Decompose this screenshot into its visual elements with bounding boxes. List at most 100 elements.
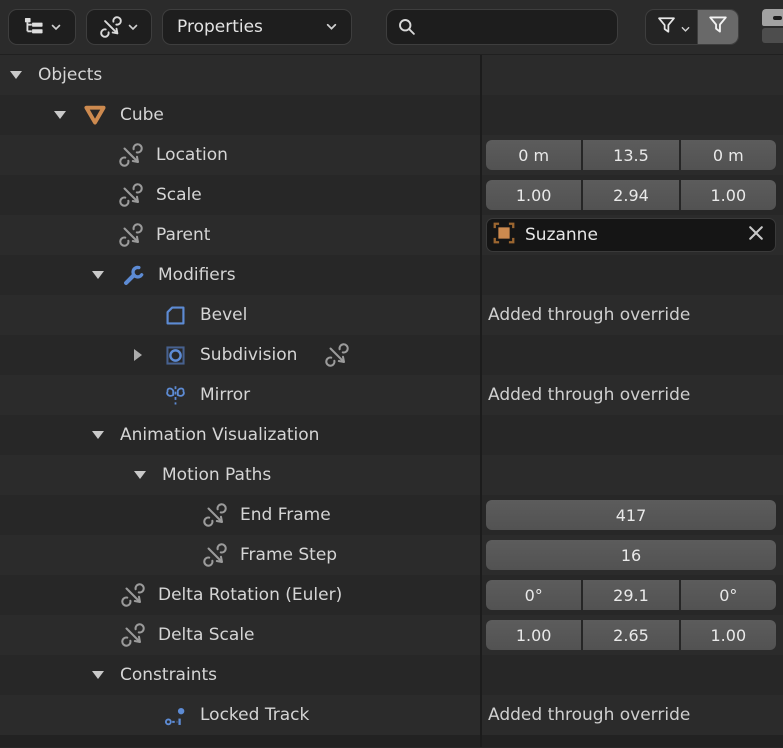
funnel-icon xyxy=(707,14,729,40)
editor-type-button[interactable] xyxy=(8,9,76,45)
tree-item-label: Cube xyxy=(120,105,164,125)
collapse-triangle-icon[interactable] xyxy=(134,471,162,479)
tree-item-label: End Frame xyxy=(240,505,331,525)
tree-cell: Modifiers xyxy=(0,255,480,295)
tree-row-parent[interactable]: Parent Suzanne xyxy=(0,215,783,255)
tree-cell: Location xyxy=(0,135,480,175)
value-field[interactable]: 417 xyxy=(486,500,776,530)
tree-row-modifiers[interactable]: Modifiers xyxy=(0,255,783,295)
library-override-icon xyxy=(202,502,228,528)
tree-cell: Bevel xyxy=(0,295,480,335)
subdivision-icon xyxy=(162,342,188,368)
tree-item-label: Motion Paths xyxy=(162,465,272,485)
filter-dropdown-button[interactable] xyxy=(646,10,697,44)
expand-triangle-icon[interactable] xyxy=(134,349,162,361)
value-field[interactable]: 13.5 xyxy=(583,140,679,170)
value-cell xyxy=(480,655,783,695)
tree-row-mirror[interactable]: Mirror Added through override xyxy=(0,375,783,415)
value-field[interactable]: 16 xyxy=(486,540,776,570)
tree-cell: Mirror xyxy=(0,375,480,415)
tree-row-location[interactable]: Location 0 m 13.5 0 m xyxy=(0,135,783,175)
library-override-icon xyxy=(118,182,144,208)
tree-row-objects[interactable]: Objects xyxy=(0,55,783,95)
tree-row-delta-rotation-euler[interactable]: Delta Rotation (Euler) 0° 29.1 0° xyxy=(0,575,783,615)
value-cell xyxy=(480,335,783,375)
tree-item-label: Scale xyxy=(156,185,202,205)
value-field[interactable]: 1.00 xyxy=(486,180,582,210)
filter-controls xyxy=(645,9,739,45)
bevel-icon xyxy=(162,302,188,328)
tree-row-motion-paths[interactable]: Motion Paths xyxy=(0,455,783,495)
value-segment-group: 1.00 2.94 1.00 xyxy=(486,180,776,210)
tree-item-label: Frame Step xyxy=(240,545,338,565)
library-override-icon xyxy=(120,582,146,608)
tree-row-animation-visualization[interactable]: Animation Visualization xyxy=(0,415,783,455)
tree-row-subdivision[interactable]: Subdivision xyxy=(0,335,783,375)
funnel-icon xyxy=(656,15,677,40)
tree-item-label: Mirror xyxy=(200,385,251,405)
tree-cell: Frame Step xyxy=(0,535,480,575)
tree-cell: Delta Rotation (Euler) xyxy=(0,575,480,615)
value-cell: 1.00 2.94 1.00 xyxy=(480,175,783,215)
bottom-strip xyxy=(0,735,783,747)
display-mode-button[interactable] xyxy=(86,9,152,45)
collapse-triangle-icon[interactable] xyxy=(10,71,38,79)
collapse-triangle-icon[interactable] xyxy=(92,431,120,439)
tree-cell: Cube xyxy=(0,95,480,135)
value-field[interactable]: 0° xyxy=(486,580,582,610)
tree-cell: Motion Paths xyxy=(0,455,480,495)
tree-item-label: Bevel xyxy=(200,305,248,325)
x-icon[interactable] xyxy=(747,224,765,246)
display-mode-select[interactable]: Properties xyxy=(162,9,352,45)
outliner-tree: Objects Cube Location 0 m 13.5 0 m Scale 1.00 2.… xyxy=(0,55,783,735)
value-field[interactable]: 1.00 xyxy=(680,620,776,650)
value-cell: 0° 29.1 0° xyxy=(480,575,783,615)
value-field[interactable]: 2.94 xyxy=(583,180,679,210)
chevron-down-icon xyxy=(51,24,61,31)
chevron-down-icon xyxy=(326,23,337,31)
value-cell: Added through override xyxy=(480,295,783,335)
value-segment-group: 0° 29.1 0° xyxy=(486,580,776,610)
tree-cell: End Frame xyxy=(0,495,480,535)
value-field[interactable]: 29.1 xyxy=(583,580,679,610)
value-field[interactable]: 0 m xyxy=(680,140,776,170)
tree-row-end-frame[interactable]: End Frame 417 xyxy=(0,495,783,535)
tree-cell: Delta Scale xyxy=(0,615,480,655)
tree-row-delta-scale[interactable]: Delta Scale 1.00 2.65 1.00 xyxy=(0,615,783,655)
tree-row-scale[interactable]: Scale 1.00 2.94 1.00 xyxy=(0,175,783,215)
filter-toggle-button[interactable] xyxy=(697,10,738,44)
display-mode-label: Properties xyxy=(177,17,263,37)
value-cell xyxy=(480,255,783,295)
library-override-icon xyxy=(118,222,144,248)
value-field[interactable]: 1.00 xyxy=(486,620,582,650)
collapse-triangle-icon[interactable] xyxy=(92,271,120,279)
tree-cell: Subdivision xyxy=(0,335,480,375)
value-segment-group: 0 m 13.5 0 m xyxy=(486,140,776,170)
search-input[interactable] xyxy=(386,9,618,45)
collapse-triangle-icon[interactable] xyxy=(92,671,120,679)
collapse-triangle-icon[interactable] xyxy=(54,111,82,119)
value-cell xyxy=(480,455,783,495)
value-cell: 0 m 13.5 0 m xyxy=(480,135,783,175)
tree-row-locked-track[interactable]: Locked Track Added through override xyxy=(0,695,783,735)
tree-row-constraints[interactable]: Constraints xyxy=(0,655,783,695)
value-field[interactable]: 1.00 xyxy=(680,180,776,210)
value-field[interactable]: 0 m xyxy=(486,140,582,170)
tree-row-cube[interactable]: Cube xyxy=(0,95,783,135)
archive-icon[interactable] xyxy=(762,9,783,45)
tree-item-label: Constraints xyxy=(120,665,217,685)
object-reference-field[interactable]: Suzanne xyxy=(486,218,776,252)
tree-item-label: Modifiers xyxy=(158,265,236,285)
value-cell: Added through override xyxy=(480,695,783,735)
value-cell: 16 xyxy=(480,535,783,575)
wrench-icon xyxy=(120,262,146,288)
value-field[interactable]: 2.65 xyxy=(583,620,679,650)
value-cell: Suzanne xyxy=(480,215,783,255)
library-override-icon xyxy=(202,542,228,568)
tree-item-label: Objects xyxy=(38,65,103,85)
value-field[interactable]: 0° xyxy=(680,580,776,610)
override-note: Added through override xyxy=(488,385,691,405)
value-cell: Added through override xyxy=(480,375,783,415)
tree-row-frame-step[interactable]: Frame Step 16 xyxy=(0,535,783,575)
tree-row-bevel[interactable]: Bevel Added through override xyxy=(0,295,783,335)
